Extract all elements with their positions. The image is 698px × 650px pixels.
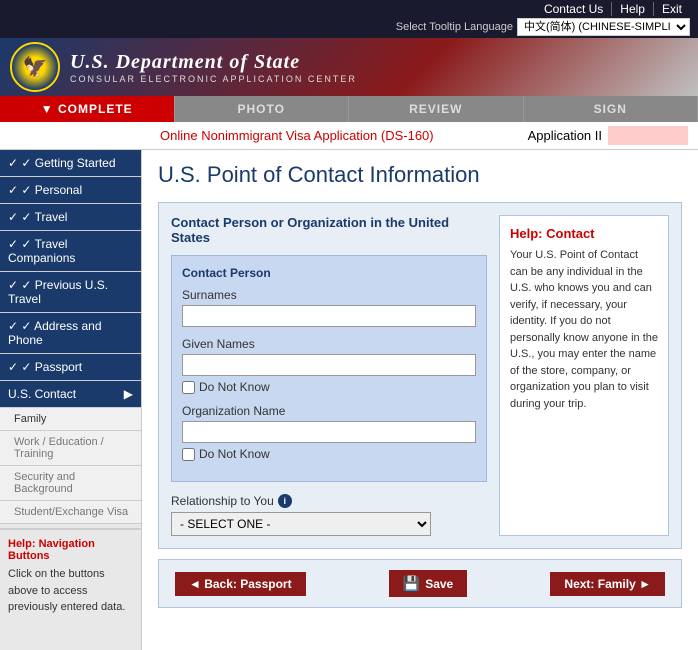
org-name-label: Organization Name: [182, 404, 476, 418]
sidebar-item-travel-companions[interactable]: ✓ Travel Companions: [0, 231, 141, 272]
sidebar-item-previous-travel[interactable]: ✓ Previous U.S. Travel: [0, 272, 141, 313]
help-header: Help: Contact: [510, 226, 658, 241]
help-link[interactable]: Help: [612, 2, 654, 16]
header: 🦅 U.S. Department of State CONSULAR ELEC…: [0, 38, 698, 96]
contact-us-link[interactable]: Contact Us: [536, 2, 612, 16]
relationship-select[interactable]: - SELECT ONE - Spouse Child Parent Sibli…: [171, 512, 431, 536]
do-not-know-1-checkbox[interactable]: [182, 381, 195, 394]
surnames-input[interactable]: [182, 305, 476, 327]
main-layout: ✓ Getting Started ✓ Personal ✓ Travel ✓ …: [0, 150, 698, 650]
tab-photo[interactable]: PHOTO: [175, 96, 350, 122]
given-names-input[interactable]: [182, 354, 476, 376]
header-text: U.S. Department of State CONSULAR ELECTR…: [70, 51, 357, 84]
tab-arrow: ▼: [41, 102, 58, 116]
sidebar-item-us-contact[interactable]: U.S. Contact ▶: [0, 381, 141, 408]
org-name-field-group: Organization Name Do Not Know: [182, 404, 476, 461]
exit-link[interactable]: Exit: [654, 2, 690, 16]
contact-person-title: Contact Person: [182, 266, 476, 280]
sidebar-arrow-icon: ▶: [124, 387, 133, 401]
top-bar: Contact Us Help Exit Select Tooltip Lang…: [0, 0, 698, 38]
do-not-know-2-label: Do Not Know: [199, 447, 270, 461]
sidebar-item-address[interactable]: ✓ Address and Phone: [0, 313, 141, 354]
do-not-know-1-label: Do Not Know: [199, 380, 270, 394]
tab-complete[interactable]: ▼ COMPLETE: [0, 96, 175, 122]
top-links: Contact Us Help Exit: [536, 2, 690, 16]
form-left: Contact Person or Organization in the Un…: [171, 215, 487, 536]
sidebar-item-passport[interactable]: ✓ Passport: [0, 354, 141, 381]
tab-review[interactable]: REVIEW: [349, 96, 524, 122]
help-panel: Help: Contact Your U.S. Point of Contact…: [499, 215, 669, 536]
app-bar: Online Nonimmigrant Visa Application (DS…: [0, 122, 698, 150]
do-not-know-2-checkbox[interactable]: [182, 448, 195, 461]
help-panel-text: Your U.S. Point of Contact can be any in…: [510, 247, 658, 412]
sidebar-help: Help: Navigation Buttons Click on the bu…: [0, 528, 141, 624]
tab-sign[interactable]: SIGN: [524, 96, 698, 122]
app-id-box: [608, 126, 688, 145]
language-select[interactable]: 中文(简体) (CHINESE-SIMPLI: [517, 18, 690, 36]
given-names-label: Given Names: [182, 337, 476, 351]
sidebar-sub-student[interactable]: Student/Exchange Visa: [0, 501, 141, 524]
sidebar-sub-security[interactable]: Security and Background: [0, 466, 141, 501]
bottom-nav: ◄ Back: Passport 💾 Save Next: Family ►: [158, 559, 682, 608]
relationship-label: Relationship to You i: [171, 494, 487, 508]
nav-tabs: ▼ COMPLETE PHOTO REVIEW SIGN: [0, 96, 698, 122]
sidebar-item-travel[interactable]: ✓ Travel: [0, 204, 141, 231]
given-names-field-group: Given Names Do Not Know: [182, 337, 476, 394]
form-title: Online Nonimmigrant Visa Application (DS…: [160, 128, 434, 143]
sidebar-help-title: Help: Navigation Buttons: [8, 538, 133, 562]
sidebar: ✓ Getting Started ✓ Personal ✓ Travel ✓ …: [0, 150, 142, 650]
section-title: Contact Person or Organization in the Un…: [171, 215, 487, 245]
contact-person-box: Contact Person Surnames Given Names Do N…: [171, 255, 487, 482]
do-not-know-2-row: Do Not Know: [182, 447, 476, 461]
lang-row: Select Tooltip Language 中文(简体) (CHINESE-…: [396, 18, 690, 36]
next-button[interactable]: Next: Family ►: [550, 572, 665, 596]
save-button[interactable]: 💾 Save: [389, 570, 467, 597]
relationship-section: Relationship to You i - SELECT ONE - Spo…: [171, 494, 487, 536]
sidebar-item-getting-started[interactable]: ✓ Getting Started: [0, 150, 141, 177]
org-name-input[interactable]: [182, 421, 476, 443]
save-icon: 💾: [403, 575, 420, 592]
surnames-label: Surnames: [182, 288, 476, 302]
header-title: U.S. Department of State: [70, 51, 357, 74]
seal-icon: 🦅: [10, 42, 60, 92]
sidebar-help-text: Click on the buttons above to access pre…: [8, 566, 133, 616]
content: U.S. Point of Contact Information Contac…: [142, 150, 698, 650]
tooltip-label: Select Tooltip Language: [396, 21, 513, 33]
sidebar-item-personal[interactable]: ✓ Personal: [0, 177, 141, 204]
page-title: U.S. Point of Contact Information: [158, 162, 682, 188]
sidebar-sub-work[interactable]: Work / Education / Training: [0, 431, 141, 466]
app-label: Application II: [528, 128, 602, 143]
sidebar-sub-family[interactable]: Family: [0, 408, 141, 431]
surnames-field-group: Surnames: [182, 288, 476, 327]
header-subtitle: CONSULAR ELECTRONIC APPLICATION CENTER: [70, 74, 357, 84]
form-section: Contact Person or Organization in the Un…: [158, 202, 682, 549]
do-not-know-1-row: Do Not Know: [182, 380, 476, 394]
top-right-section: Contact Us Help Exit Select Tooltip Lang…: [396, 2, 690, 36]
back-button[interactable]: ◄ Back: Passport: [175, 572, 306, 596]
info-icon[interactable]: i: [278, 494, 292, 508]
